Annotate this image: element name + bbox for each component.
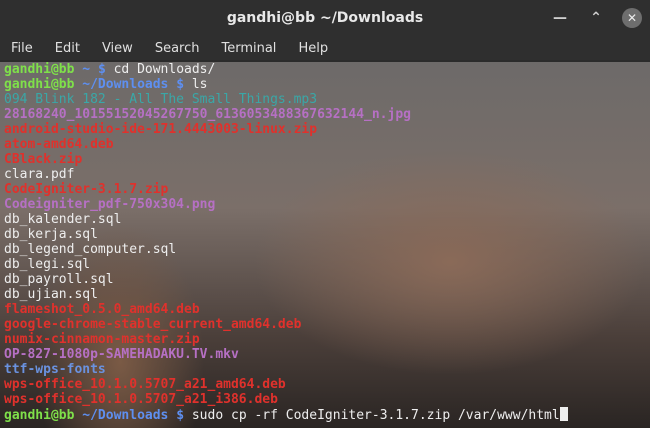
menu-edit[interactable]: Edit [44,41,91,56]
menu-bar: File Edit View Search Terminal Help [0,36,650,60]
menu-help[interactable]: Help [287,41,339,56]
file-entry: Codeigniter_pdf-750x304.png [0,197,650,212]
menu-terminal[interactable]: Terminal [210,41,287,56]
file-name: flameshot_0.5.0_amd64.deb [4,302,200,317]
file-entry: android-studio-ide-171.4443003-linux.zip [0,122,650,137]
file-name: db_payroll.sql [4,272,114,287]
file-entry: flameshot_0.5.0_amd64.deb [0,302,650,317]
prompt-path: ~/Downloads [82,77,169,92]
file-name: db_legend_computer.sql [4,242,177,257]
file-entry: db_kerja.sql [0,227,650,242]
file-name: db_kerja.sql [4,227,98,242]
prompt-path: ~/Downloads [82,408,169,423]
file-name: db_legi.sql [4,257,91,272]
file-entry: google-chrome-stable_current_amd64.deb [0,317,650,332]
file-name: google-chrome-stable_current_amd64.deb [4,317,302,332]
window-controls: — ⌃ ✕ [550,8,642,28]
close-icon[interactable]: ✕ [622,8,642,28]
file-name: 094 Blink 182 - All The Small Things.mp3 [4,92,318,107]
file-name: 28168240_10155152045267750_6136053488367… [4,107,411,122]
file-entry: db_legend_computer.sql [0,242,650,257]
window-title: gandhi@bb ~/Downloads [226,10,424,26]
file-name: atom-amd64.deb [4,137,114,152]
file-entry: 094 Blink 182 - All The Small Things.mp3 [0,92,650,107]
file-name: db_kalender.sql [4,212,122,227]
file-name: clara.pdf [4,167,75,182]
file-entry: CBlack.zip [0,152,650,167]
file-entry: OP-827-1080p-SAMEHADAKU.TV.mkv [0,347,650,362]
file-name: CodeIgniter-3.1.7.zip [4,182,169,197]
file-name: numix-cinnamon-master.zip [4,332,200,347]
command-text: sudo cp -rf CodeIgniter-3.1.7.zip /var/w… [191,408,560,423]
file-entry: atom-amd64.deb [0,137,650,152]
file-entry: numix-cinnamon-master.zip [0,332,650,347]
text-cursor [559,407,568,421]
file-entry: db_kalender.sql [0,212,650,227]
file-name: wps-office_10.1.0.5707_a21_amd64.deb [4,377,286,392]
file-entry: wps-office_10.1.0.5707_a21_i386.deb [0,392,650,407]
file-entry: ttf-wps-fonts [0,362,650,377]
file-entry: wps-office_10.1.0.5707_a21_amd64.deb [0,377,650,392]
terminal-window: gandhi@bb ~/Downloads — ⌃ ✕ File Edit Vi… [0,0,650,428]
command-text: cd Downloads/ [113,62,216,77]
prompt-symbol: $ [176,77,185,92]
menu-file[interactable]: File [0,41,44,56]
prompt-line: gandhi@bb ~/Downloads $ sudo cp -rf Code… [0,407,650,423]
menu-view[interactable]: View [91,41,144,56]
prompt-symbol: $ [97,62,106,77]
prompt-path: ~ [82,62,91,77]
terminal-output[interactable]: gandhi@bb ~ $ cd Downloads/gandhi@bb ~/D… [0,62,650,428]
file-name: android-studio-ide-171.4443003-linux.zip [4,122,318,137]
file-entry: db_ujian.sql [0,287,650,302]
prompt-user-host: gandhi@bb [4,77,75,92]
prompt-user-host: gandhi@bb [4,408,75,423]
prompt-line: gandhi@bb ~/Downloads $ ls [0,77,650,92]
minimize-icon[interactable]: — [550,8,570,28]
maximize-icon[interactable]: ⌃ [586,8,606,28]
file-name: Codeigniter_pdf-750x304.png [4,197,216,212]
prompt-symbol: $ [176,408,185,423]
file-name: wps-office_10.1.0.5707_a21_i386.deb [4,392,278,407]
file-name: ttf-wps-fonts [4,362,106,377]
prompt-line: gandhi@bb ~ $ cd Downloads/ [0,62,650,77]
file-name: db_ujian.sql [4,287,98,302]
file-name: CBlack.zip [4,152,83,167]
file-name: OP-827-1080p-SAMEHADAKU.TV.mkv [4,347,239,362]
menu-search[interactable]: Search [144,41,211,56]
file-entry: db_payroll.sql [0,272,650,287]
file-entry: db_legi.sql [0,257,650,272]
command-text: ls [191,77,208,92]
prompt-user-host: gandhi@bb [4,62,75,77]
title-bar[interactable]: gandhi@bb ~/Downloads — ⌃ ✕ [0,0,650,36]
file-entry: CodeIgniter-3.1.7.zip [0,182,650,197]
file-entry: 28168240_10155152045267750_6136053488367… [0,107,650,122]
file-entry: clara.pdf [0,167,650,182]
